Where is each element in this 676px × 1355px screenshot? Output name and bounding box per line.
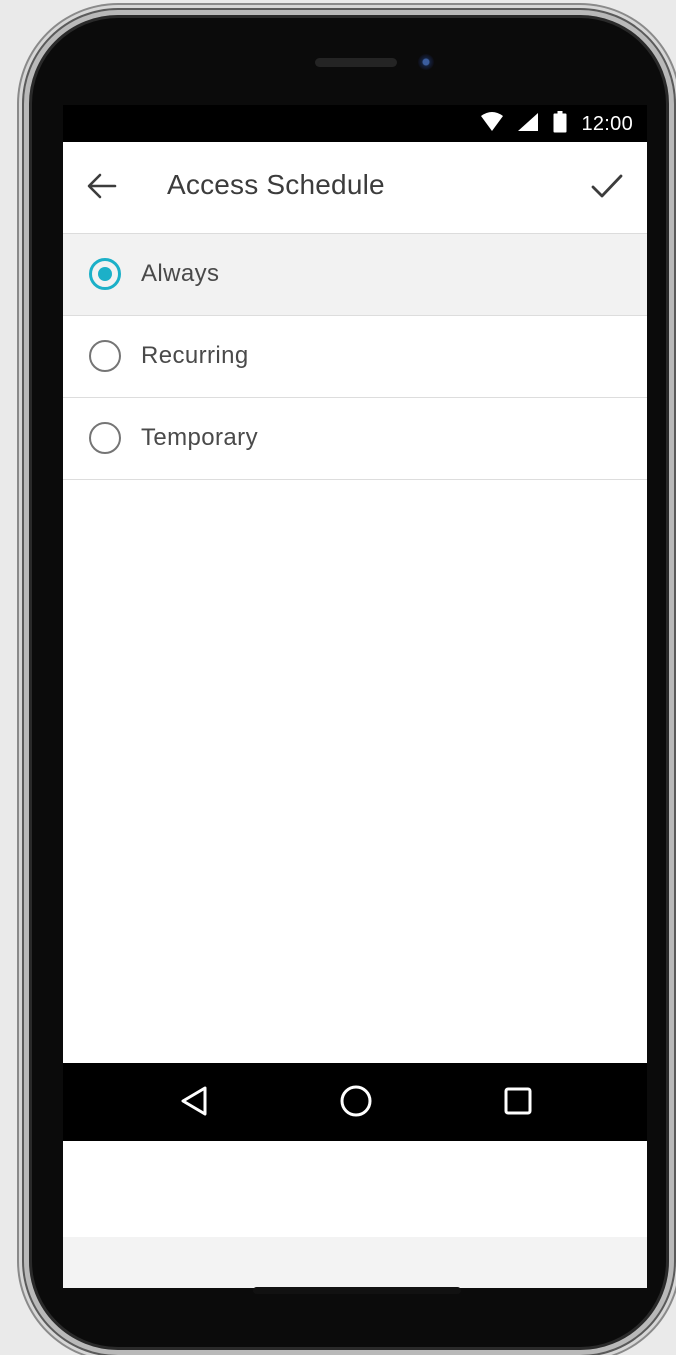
wifi-icon (481, 111, 504, 137)
radio-unselected-icon[interactable] (89, 340, 121, 372)
option-recurring[interactable]: Recurring (63, 316, 647, 398)
screen-bottom-area (63, 1237, 647, 1288)
option-always[interactable]: Always (63, 234, 647, 316)
status-time: 12:00 (581, 112, 633, 135)
back-button[interactable] (83, 171, 121, 205)
radio-dot (98, 267, 112, 281)
option-temporary[interactable]: Temporary (63, 398, 647, 480)
checkmark-icon (591, 173, 623, 204)
option-label: Always (141, 260, 220, 287)
nav-home-button[interactable] (338, 1085, 374, 1121)
recents-square-icon (503, 1086, 533, 1121)
cellular-signal-icon (517, 112, 539, 137)
option-label: Recurring (141, 342, 249, 369)
phone-screen: 12:00 Access Schedule Always Recurring T… (63, 105, 647, 1288)
nav-back-button[interactable] (176, 1085, 212, 1121)
app-bar: Access Schedule (63, 142, 647, 234)
android-nav-bar (63, 1063, 647, 1141)
status-bar: 12:00 (63, 105, 647, 142)
back-triangle-icon (179, 1085, 209, 1122)
confirm-button[interactable] (587, 170, 627, 206)
radio-unselected-icon[interactable] (89, 422, 121, 454)
home-indicator[interactable] (253, 1287, 461, 1294)
radio-selected-icon[interactable] (89, 258, 121, 290)
option-label: Temporary (141, 424, 258, 451)
status-icons: 12:00 (481, 110, 633, 138)
page-title: Access Schedule (167, 169, 385, 200)
schedule-options-list: Always Recurring Temporary (63, 234, 647, 480)
phone-earpiece (315, 58, 397, 67)
nav-recents-button[interactable] (500, 1085, 536, 1121)
home-circle-icon (339, 1084, 373, 1123)
battery-icon (553, 110, 567, 138)
front-camera (418, 54, 434, 70)
arrow-left-icon (87, 173, 117, 204)
